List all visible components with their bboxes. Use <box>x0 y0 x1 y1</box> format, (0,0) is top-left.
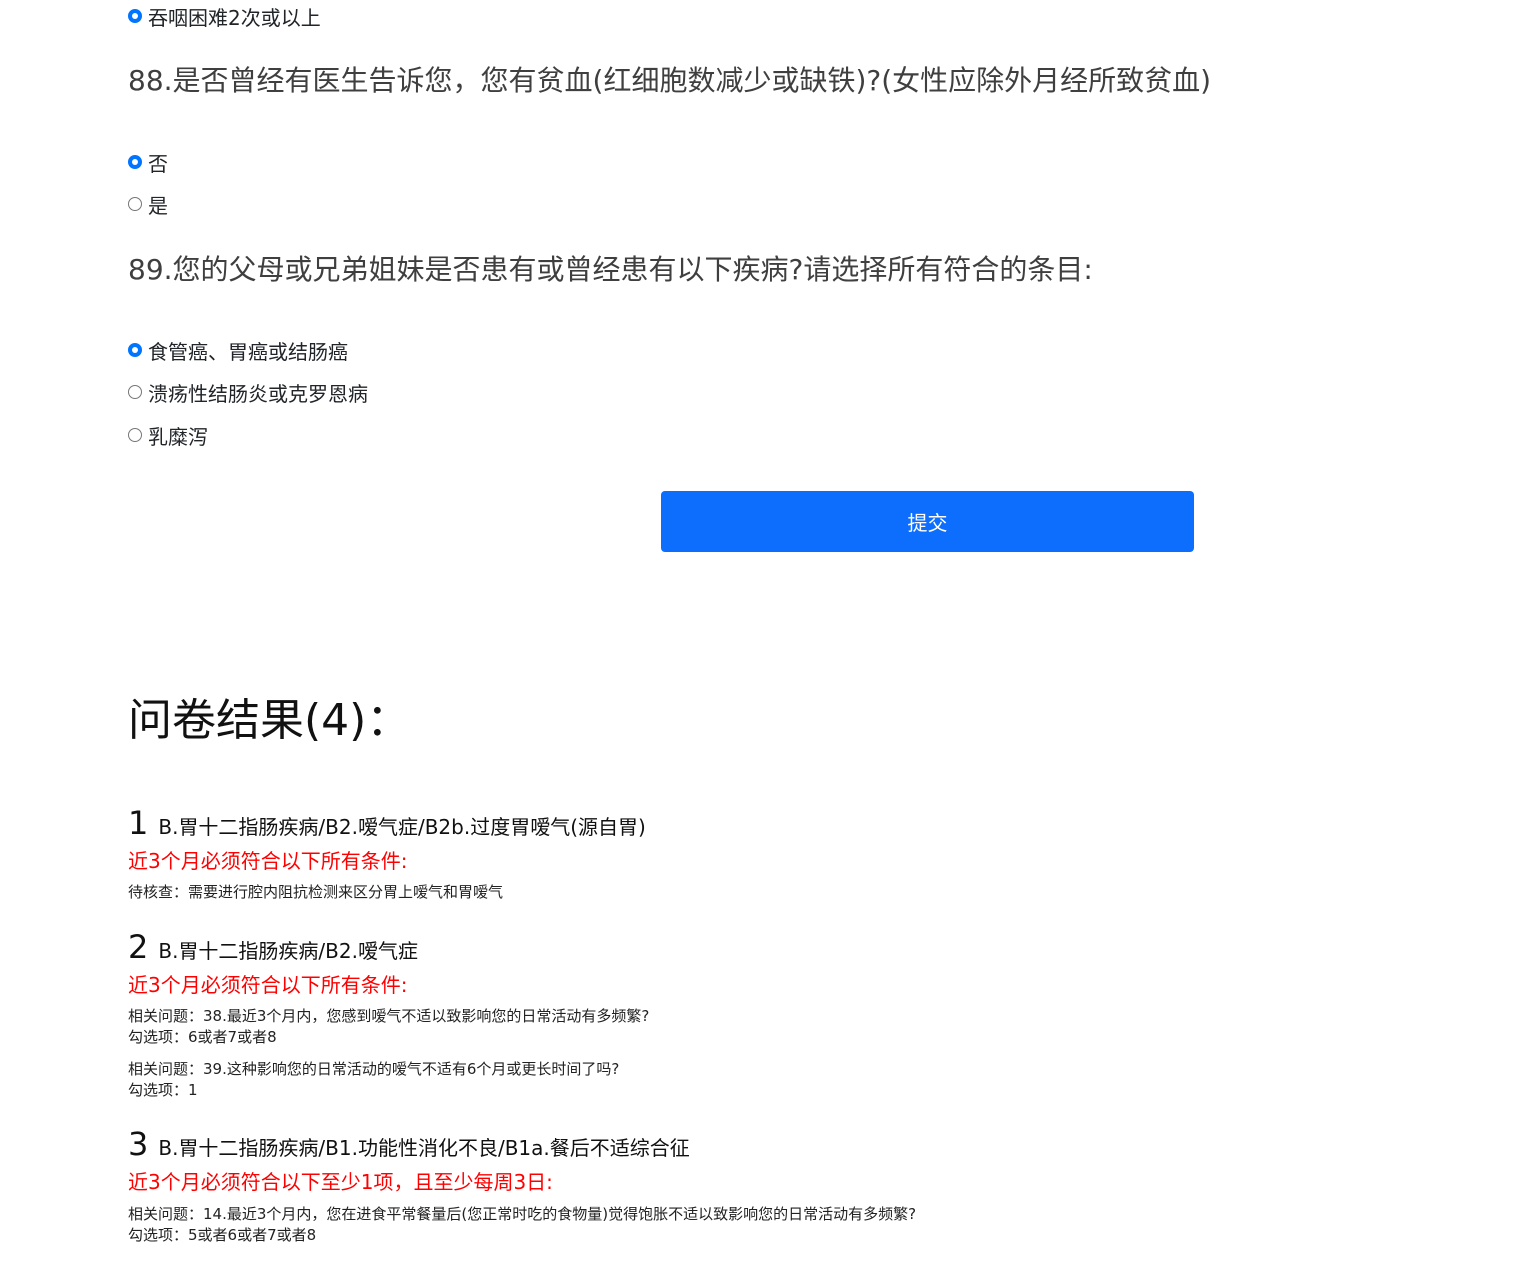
q89-option-cancer[interactable]: 食管癌、胃癌或结肠癌 <box>128 338 348 364</box>
option-dysphagia-2plus[interactable]: 吞咽困难2次或以上 <box>128 4 321 30</box>
result-number: 3 <box>128 1125 149 1163</box>
results-title: 问卷结果(4)： <box>128 695 411 746</box>
result-detail: 勾选项：1 <box>128 1081 198 1099</box>
result-name: B.胃十二指肠疾病/B1.功能性消化不良/B1a.餐后不适综合征 <box>158 1136 690 1160</box>
radio-unchecked-icon[interactable] <box>128 385 142 399</box>
result-heading: 3 B.胃十二指肠疾病/B1.功能性消化不良/B1a.餐后不适综合征 <box>128 1125 690 1163</box>
radio-unchecked-icon[interactable] <box>128 197 142 211</box>
result-condition: 近3个月必须符合以下至少1项，且至少每周3日: <box>128 1170 553 1194</box>
q89-option-celiac[interactable]: 乳糜泻 <box>128 423 208 449</box>
result-condition: 近3个月必须符合以下所有条件: <box>128 973 408 997</box>
result-number: 1 <box>128 804 149 842</box>
option-label: 乳糜泻 <box>148 424 208 449</box>
radio-checked-icon[interactable] <box>128 155 142 169</box>
result-name: B.胃十二指肠疾病/B2.嗳气症 <box>158 939 418 963</box>
option-label: 食管癌、胃癌或结肠癌 <box>148 339 348 364</box>
q89-option-ibd[interactable]: 溃疡性结肠炎或克罗恩病 <box>128 380 368 406</box>
question-89-title: 89.您的父母或兄弟姐妹是否患有或曾经患有以下疾病?请选择所有符合的条目: <box>128 253 1093 286</box>
option-label: 是 <box>148 193 168 218</box>
question-88-title: 88.是否曾经有医生告诉您，您有贫血(红细胞数减少或缺铁)?(女性应除外月经所致… <box>128 64 1212 97</box>
result-detail: 相关问题：14.最近3个月内，您在进食平常餐量后(您正常时吃的食物量)觉得饱胀不… <box>128 1205 917 1223</box>
option-label: 否 <box>148 151 168 176</box>
result-number: 2 <box>128 928 149 966</box>
submit-button[interactable]: 提交 <box>661 491 1194 552</box>
result-condition: 近3个月必须符合以下所有条件: <box>128 849 408 873</box>
result-detail: 待核查：需要进行腔内阻抗检测来区分胃上嗳气和胃嗳气 <box>128 883 504 901</box>
option-label: 吞咽困难2次或以上 <box>148 5 321 30</box>
radio-checked-icon[interactable] <box>128 9 142 23</box>
result-heading: 1 B.胃十二指肠疾病/B2.嗳气症/B2b.过度胃嗳气(源自胃) <box>128 804 646 842</box>
result-heading: 2 B.胃十二指肠疾病/B2.嗳气症 <box>128 928 418 966</box>
result-detail: 相关问题：38.最近3个月内，您感到嗳气不适以致影响您的日常活动有多频繁? <box>128 1007 650 1025</box>
radio-unchecked-icon[interactable] <box>128 428 142 442</box>
result-detail: 勾选项：5或者6或者7或者8 <box>128 1226 317 1244</box>
result-name: B.胃十二指肠疾病/B2.嗳气症/B2b.过度胃嗳气(源自胃) <box>158 815 646 839</box>
q88-option-yes[interactable]: 是 <box>128 192 168 218</box>
result-detail: 勾选项：6或者7或者8 <box>128 1028 277 1046</box>
q88-option-no[interactable]: 否 <box>128 150 168 176</box>
option-label: 溃疡性结肠炎或克罗恩病 <box>148 381 368 406</box>
radio-checked-icon[interactable] <box>128 343 142 357</box>
result-detail: 相关问题：39.这种影响您的日常活动的嗳气不适有6个月或更长时间了吗? <box>128 1060 620 1078</box>
